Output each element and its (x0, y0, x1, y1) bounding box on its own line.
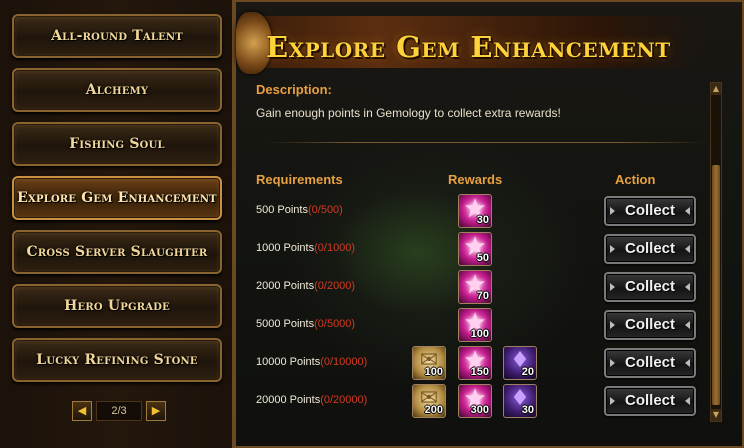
scrollbar[interactable]: ▲ ▼ (710, 82, 722, 422)
requirement-progress: (0/10000) (320, 356, 368, 368)
pink-star-icon[interactable]: ★ 30 (458, 194, 492, 228)
divider (266, 142, 706, 143)
requirement-points: 20000 Points (256, 394, 321, 406)
scroll-icon[interactable]: ✉ 200 (412, 384, 446, 418)
rewards-header: Rewards (448, 172, 503, 187)
reward-quantity: 70 (476, 290, 489, 302)
arrow-right-icon[interactable]: ▶ (146, 401, 166, 421)
scroll-down-icon[interactable]: ▼ (711, 409, 721, 421)
page-indicator: 2/3 (96, 401, 142, 421)
requirement-progress: (0/500) (307, 204, 343, 216)
pink-star-icon[interactable]: ★ 100 (458, 308, 492, 342)
reward-quantity: 20 (521, 366, 534, 378)
event-panel: Explore Gem Enhancement Description: Gai… (234, 0, 744, 448)
category-cross-server-slaughter[interactable]: Cross Server Slaughter (12, 230, 222, 274)
action-header: Action (615, 172, 656, 187)
requirement-progress: (0/2000) (314, 280, 356, 292)
requirement-progress: (0/1000) (314, 242, 356, 254)
arrow-left-icon[interactable]: ◀ (72, 401, 92, 421)
requirement-progress: (0/20000) (320, 394, 368, 406)
requirement-text: 1000 Points(0/1000) (256, 242, 355, 254)
category-lucky-refining-stone[interactable]: Lucky Refining Stone (12, 338, 222, 382)
reward-quantity: 150 (470, 366, 489, 378)
reward-row: 500 Points(0/500) ★ 30 Collect (236, 194, 716, 230)
description-label: Description: (256, 82, 332, 97)
reward-quantity: 30 (476, 214, 489, 226)
category-alchemy[interactable]: Alchemy (12, 68, 222, 112)
purple-crystal-icon[interactable]: ♦ 20 (503, 346, 537, 380)
reward-quantity: 300 (470, 404, 489, 416)
collect-button[interactable]: Collect (604, 386, 696, 416)
requirement-points: 5000 Points (256, 318, 315, 330)
collect-button[interactable]: Collect (604, 272, 696, 302)
requirements-header: Requirements (256, 172, 343, 187)
reward-row: 5000 Points(0/5000) ★ 100 Collect (236, 308, 716, 344)
reward-row: 2000 Points(0/2000) ★ 70 Collect (236, 270, 716, 306)
reward-quantity: 200 (424, 404, 443, 416)
requirement-text: 5000 Points(0/5000) (256, 318, 355, 330)
requirement-points: 1000 Points (256, 242, 315, 254)
scroll-thumb[interactable] (712, 165, 720, 405)
collect-button[interactable]: Collect (604, 310, 696, 340)
requirement-text: 2000 Points(0/2000) (256, 280, 355, 292)
reward-quantity: 50 (476, 252, 489, 264)
category-hero-upgrade[interactable]: Hero Upgrade (12, 284, 222, 328)
pink-star-icon[interactable]: ★ 70 (458, 270, 492, 304)
scroll-up-icon[interactable]: ▲ (711, 83, 721, 95)
requirement-points: 500 Points (256, 204, 308, 216)
pager: ◀ 2/3 ▶ (72, 401, 168, 423)
reward-quantity: 30 (521, 404, 534, 416)
game-window: All-round Talent Alchemy Fishing Soul Ex… (0, 0, 744, 448)
pink-star-icon[interactable]: ★ 150 (458, 346, 492, 380)
reward-row: 1000 Points(0/1000) ★ 50 Collect (236, 232, 716, 268)
collect-button[interactable]: Collect (604, 234, 696, 264)
requirement-progress: (0/5000) (314, 318, 356, 330)
category-explore-gem-enhancement[interactable]: Explore Gem Enhancement (12, 176, 222, 220)
category-sidebar: All-round Talent Alchemy Fishing Soul Ex… (0, 0, 234, 448)
collect-button[interactable]: Collect (604, 196, 696, 226)
requirement-points: 10000 Points (256, 356, 321, 368)
requirement-text: 10000 Points(0/10000) (256, 356, 367, 368)
reward-row: 10000 Points(0/10000) ✉ 100 ★ 150 ♦ 20 Coll… (236, 346, 716, 382)
reward-row: 20000 Points(0/20000) ✉ 200 ★ 300 ♦ 30 Coll… (236, 384, 716, 420)
requirement-points: 2000 Points (256, 280, 315, 292)
page-title: Explore Gem Enhancement (266, 30, 671, 64)
description-text: Gain enough points in Gemology to collec… (256, 106, 561, 120)
category-fishing-soul[interactable]: Fishing Soul (12, 122, 222, 166)
collect-button[interactable]: Collect (604, 348, 696, 378)
category-all-round-talent[interactable]: All-round Talent (12, 14, 222, 58)
pink-star-icon[interactable]: ★ 300 (458, 384, 492, 418)
requirement-text: 20000 Points(0/20000) (256, 394, 367, 406)
reward-quantity: 100 (470, 328, 489, 340)
reward-quantity: 100 (424, 366, 443, 378)
pink-star-icon[interactable]: ★ 50 (458, 232, 492, 266)
scroll-icon[interactable]: ✉ 100 (412, 346, 446, 380)
requirement-text: 500 Points(0/500) (256, 204, 343, 216)
purple-crystal-icon[interactable]: ♦ 30 (503, 384, 537, 418)
